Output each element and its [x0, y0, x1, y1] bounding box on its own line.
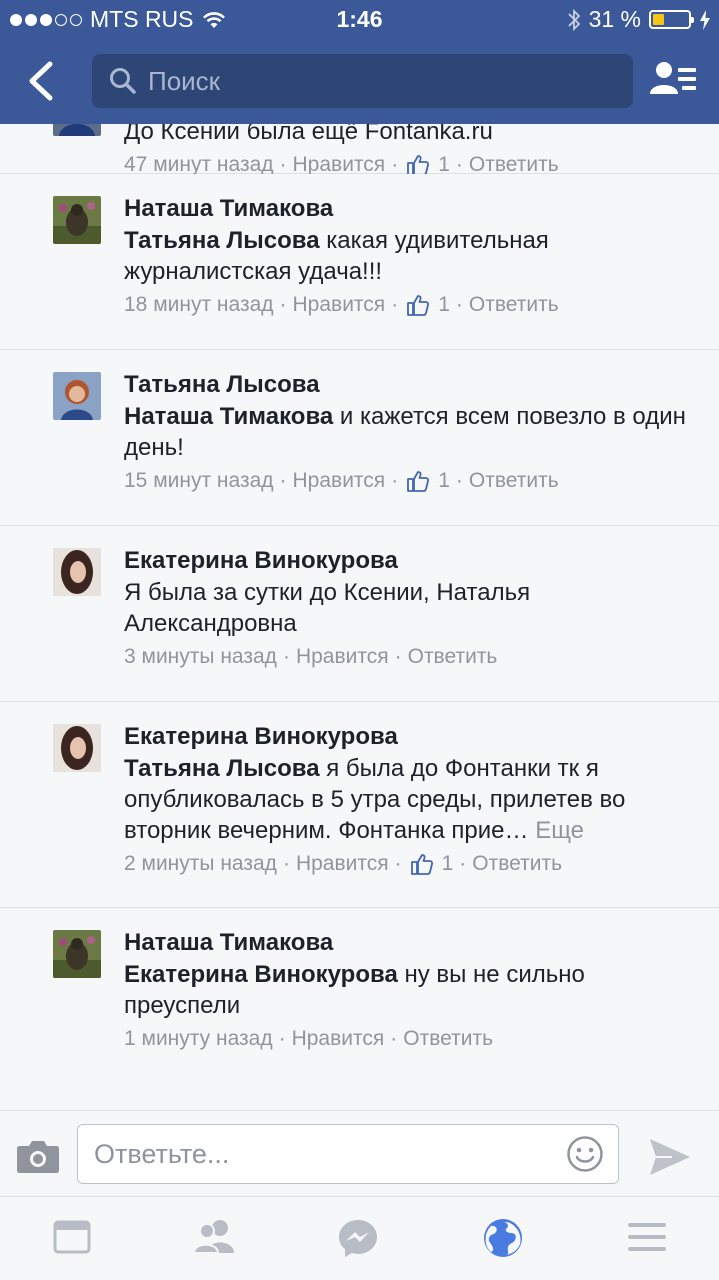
comment-text: Наташа Тимакова и кажется всем повезло в… — [124, 403, 686, 461]
thumbs-up-icon — [407, 295, 430, 316]
reply-link[interactable]: Ответить — [408, 642, 498, 672]
comment-time: 15 минут назад — [124, 469, 274, 492]
comment-author[interactable]: Екатерина Винокурова — [124, 721, 699, 753]
battery-icon — [649, 10, 694, 29]
mention-link[interactable]: Татьяна Лысова — [124, 227, 320, 254]
like-link[interactable]: Нравится — [292, 1024, 385, 1054]
bottom-tab-bar — [0, 1196, 719, 1280]
emoji-button[interactable] — [566, 1135, 604, 1173]
see-more-link[interactable]: Еще — [535, 817, 584, 844]
comment-item: Екатерина Винокурова Я была за сутки до … — [0, 526, 719, 702]
reply-link[interactable]: Ответить — [472, 849, 562, 879]
chevron-left-icon — [29, 61, 53, 101]
battery-percent: 31 % — [588, 6, 641, 32]
comment-time: 2 минуты назад — [124, 852, 277, 875]
comment-author[interactable]: Наташа Тимакова — [124, 193, 699, 225]
comment-author[interactable]: Екатерина Винокурова — [124, 545, 699, 577]
search-bar[interactable] — [92, 54, 633, 108]
comment-meta: 3 минуты назад · Нравится · Ответить — [124, 642, 699, 672]
avatar[interactable] — [53, 724, 101, 772]
comment-text: До Ксении была ещё Fontanka.ru — [124, 124, 493, 145]
comment-time: 1 минуту назад — [124, 1027, 273, 1050]
globe-icon — [484, 1219, 522, 1257]
comment-item: Наташа Тимакова Екатерина Винокурова ну … — [0, 908, 719, 1084]
reply-link[interactable]: Ответить — [469, 290, 559, 320]
friends-icon — [192, 1220, 234, 1254]
comment-time: 3 минуты назад — [124, 645, 277, 668]
emoji-icon — [567, 1136, 603, 1172]
top-header: MTS RUS 1:46 31 % — [0, 0, 719, 124]
comment-item: До Ксении была ещё Fontanka.ru 47 минут … — [0, 124, 719, 176]
tab-messenger[interactable] — [337, 1217, 381, 1261]
like-count: 1 — [438, 469, 450, 492]
reply-input[interactable] — [94, 1125, 554, 1183]
thumbs-up-icon — [407, 471, 430, 492]
comment-item: Наташа Тимакова Татьяна Лысова какая уди… — [0, 174, 719, 350]
bluetooth-icon — [567, 8, 580, 31]
status-bar: MTS RUS 1:46 31 % — [0, 0, 719, 40]
back-button[interactable] — [22, 58, 66, 104]
send-icon — [650, 1139, 690, 1175]
reply-link[interactable]: Ответить — [469, 466, 559, 496]
comment-meta: 1 минуту назад · Нравится · Ответить — [124, 1024, 699, 1054]
search-input[interactable] — [148, 65, 608, 97]
mention-link[interactable]: Наташа Тимакова — [124, 403, 333, 430]
comment-item: Татьяна Лысова Наташа Тимакова и кажется… — [0, 350, 719, 526]
comment-time: 18 минут назад — [124, 293, 274, 316]
camera-button[interactable] — [16, 1138, 60, 1174]
avatar[interactable] — [53, 124, 101, 136]
send-button[interactable] — [648, 1137, 692, 1177]
comment-author[interactable]: Наташа Тимакова — [124, 927, 699, 959]
avatar[interactable] — [53, 196, 101, 244]
avatar[interactable] — [53, 372, 101, 420]
comment-meta: 15 минут назад · Нравится · 1 · Ответить — [124, 466, 699, 496]
comments-list: До Ксении была ещё Fontanka.ru 47 минут … — [0, 124, 719, 1110]
like-count: 1 — [441, 852, 454, 875]
like-link[interactable]: Нравится — [296, 642, 389, 672]
camera-icon — [17, 1141, 59, 1173]
comment-text: Татьяна Лысова я была до Фонтанки тк я о… — [124, 755, 626, 844]
status-right: 31 % — [567, 6, 711, 33]
search-icon — [110, 68, 136, 94]
reply-field[interactable] — [77, 1124, 619, 1184]
tab-news-feed[interactable] — [52, 1217, 96, 1261]
avatar[interactable] — [53, 930, 101, 978]
comment-meta: 2 минуты назад · Нравится · 1 · Ответить — [124, 849, 699, 879]
comment-item: Екатерина Винокурова Татьяна Лысова я бы… — [0, 702, 719, 908]
comment-text: Я была за сутки до Ксении, Наталья Алекс… — [124, 579, 531, 637]
like-count: 1 — [438, 293, 450, 316]
tab-friends[interactable] — [192, 1217, 236, 1261]
news-feed-icon — [53, 1220, 91, 1254]
reply-link[interactable]: Ответить — [403, 1024, 493, 1054]
comment-text: Татьяна Лысова какая удивительная журнал… — [124, 227, 549, 285]
thumbs-up-icon — [410, 854, 433, 875]
friends-list-button[interactable] — [648, 58, 700, 102]
tab-notifications[interactable] — [482, 1217, 526, 1261]
friends-list-icon — [650, 62, 696, 94]
like-link[interactable]: Нравится — [293, 290, 386, 320]
charging-icon — [700, 9, 710, 30]
like-link[interactable]: Нравится — [296, 849, 389, 879]
mention-link[interactable]: Екатерина Винокурова — [124, 961, 398, 988]
messenger-icon — [339, 1220, 377, 1257]
comment-text: Екатерина Винокурова ну вы не сильно пре… — [124, 961, 585, 1019]
reply-composer — [0, 1110, 719, 1196]
tab-menu[interactable] — [626, 1217, 670, 1261]
avatar[interactable] — [53, 548, 101, 596]
mention-link[interactable]: Татьяна Лысова — [124, 755, 320, 782]
comment-meta: 18 минут назад · Нравится · 1 · Ответить — [124, 290, 699, 320]
comment-author[interactable]: Татьяна Лысова — [124, 369, 699, 401]
menu-icon — [628, 1223, 666, 1251]
like-link[interactable]: Нравится — [293, 466, 386, 496]
